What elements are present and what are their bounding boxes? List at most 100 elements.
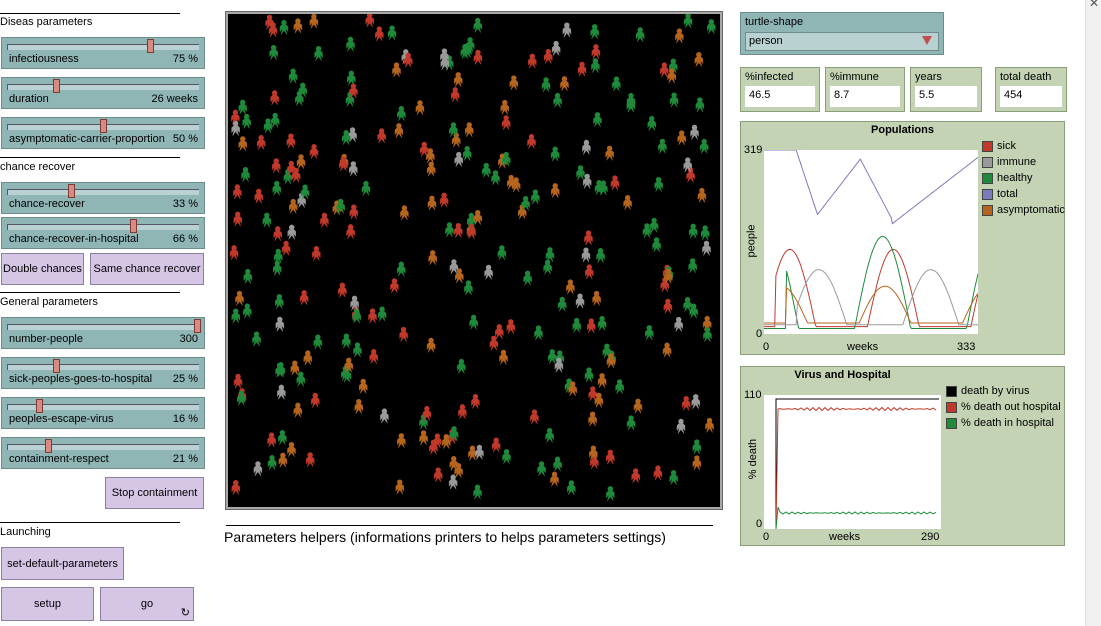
chooser-label: turtle-shape: [745, 16, 804, 28]
slider-label: chance-recover: [9, 198, 85, 210]
slider-value: 33 %: [172, 198, 198, 210]
turtle-person: [572, 317, 581, 333]
slider-knob[interactable]: [147, 39, 154, 53]
slider-chance-recover-in-hospital[interactable]: chance-recover-in-hospital 66 %: [1, 217, 205, 249]
legend-total: total: [982, 188, 1018, 200]
slider-knob[interactable]: [36, 399, 44, 413]
slider-track[interactable]: [7, 364, 199, 370]
turtle-person: [377, 128, 386, 144]
stop-containment-button[interactable]: Stop containment: [105, 477, 204, 509]
close-icon[interactable]: ✕: [1089, 0, 1099, 10]
virus-hospital-plot: Virus and Hospital 110 0 % death 0 weeks…: [740, 366, 1065, 546]
death-in-hospital-line: [775, 506, 937, 530]
turtle-person: [427, 195, 437, 211]
slider-knob[interactable]: [100, 119, 107, 133]
slider-knob[interactable]: [45, 439, 53, 453]
turtle-person: [642, 223, 652, 239]
turtle-person: [645, 325, 654, 340]
turtle-person: [311, 392, 320, 408]
slider-number-people[interactable]: number-people 300: [1, 317, 205, 349]
turtle-person: [349, 161, 358, 177]
slider-knob[interactable]: [53, 359, 60, 373]
slider-track[interactable]: [7, 189, 199, 195]
turtle-person: [267, 455, 277, 470]
turtle-person: [380, 408, 389, 424]
turtle-person: [392, 62, 401, 78]
slider-track[interactable]: [7, 44, 199, 50]
section-general-label: General parameters: [0, 296, 98, 308]
turtle-person: [584, 367, 594, 383]
legend-swatch: [982, 188, 993, 200]
chooser-select[interactable]: person: [745, 32, 939, 51]
turtle-person: [279, 19, 289, 35]
turtle-person: [287, 442, 296, 457]
slider-label: number-people: [9, 333, 83, 345]
slider-track[interactable]: [7, 324, 199, 330]
turtle-person: [567, 480, 576, 496]
slider-peoples-escape-virus[interactable]: peoples-escape-virus 16 %: [1, 397, 205, 429]
turtle-shape-chooser[interactable]: turtle-shape person: [740, 12, 944, 55]
slider-knob[interactable]: [53, 79, 60, 93]
turtle-person: [495, 324, 504, 339]
slider-label: sick-peoples-goes-to-hospital: [9, 373, 153, 385]
slider-knob[interactable]: [194, 319, 201, 333]
turtle-person: [590, 24, 599, 39]
healthy-line: [764, 235, 979, 329]
turtle-person: [303, 350, 313, 366]
legend-label: % death in hospital: [961, 417, 1054, 429]
turtle-person: [231, 308, 240, 324]
y-axis-label: people: [745, 224, 758, 258]
turtle-person: [278, 429, 287, 445]
turtle-person: [697, 187, 707, 203]
populations-plot: Populations 319 0 people 0 weeks 333 sic…: [740, 121, 1065, 355]
slider-duration[interactable]: duration 26 weeks: [1, 77, 205, 109]
turtle-person: [349, 204, 359, 220]
turtle-person: [313, 334, 323, 350]
slider-track[interactable]: [7, 444, 199, 450]
turtle-person: [400, 205, 409, 221]
legend-death-out-hospital: % death out hospital: [946, 401, 1061, 413]
turtle-person: [267, 432, 276, 448]
legend-label: sick: [997, 140, 1016, 152]
vertical-scrollbar[interactable]: ✕: [1085, 0, 1101, 626]
turtles-canvas: [229, 14, 716, 501]
slider-asymptomatic-carrier-proportion[interactable]: asymptomatic-carrier-proportion 50 %: [1, 117, 205, 149]
turtle-person: [694, 51, 704, 67]
set-default-parameters-button[interactable]: set-default-parameters: [1, 547, 124, 580]
turtle-person: [681, 395, 691, 411]
turtle-person: [633, 398, 643, 414]
slider-value: 26 weeks: [151, 93, 198, 105]
turtle-person: [560, 76, 569, 91]
turtle-person: [347, 70, 356, 86]
section-launching-label: Launching: [0, 526, 51, 538]
same-chance-recover-button[interactable]: Same chance recover: [90, 253, 204, 285]
slider-knob[interactable]: [130, 219, 138, 233]
turtle-person: [506, 174, 516, 190]
slider-track[interactable]: [7, 224, 199, 230]
slider-knob[interactable]: [68, 184, 76, 198]
turtle-person: [296, 371, 305, 387]
turtle-person: [450, 87, 460, 102]
turtle-person: [551, 183, 560, 198]
turtle-person: [473, 17, 482, 33]
turtle-person: [591, 58, 600, 73]
go-button[interactable]: go ↻: [100, 587, 194, 621]
monitor-infected: %infected 46.5: [740, 67, 820, 112]
slider-infectiousness[interactable]: infectiousness 75 %: [1, 37, 205, 69]
legend-death-by-virus: death by virus: [946, 385, 1029, 397]
slider-track[interactable]: [7, 84, 199, 90]
slider-chance-recover[interactable]: chance-recover 33 %: [1, 182, 205, 214]
turtle-person: [395, 479, 404, 495]
slider-sick-peoples-goes-to-hospital[interactable]: sick-peoples-goes-to-hospital 25 %: [1, 357, 205, 389]
turtle-person: [273, 260, 282, 276]
setup-button[interactable]: setup: [1, 587, 94, 621]
slider-value: 66 %: [172, 233, 198, 245]
slider-containment-respect[interactable]: containment-respect 21 %: [1, 437, 205, 469]
turtle-person: [669, 470, 678, 485]
turtle-person: [592, 290, 601, 306]
turtle-person: [397, 261, 406, 277]
turtle-person: [550, 471, 559, 487]
double-chances-button[interactable]: Double chances: [1, 253, 84, 285]
turtle-person: [290, 360, 300, 376]
world-view[interactable]: [225, 11, 723, 510]
